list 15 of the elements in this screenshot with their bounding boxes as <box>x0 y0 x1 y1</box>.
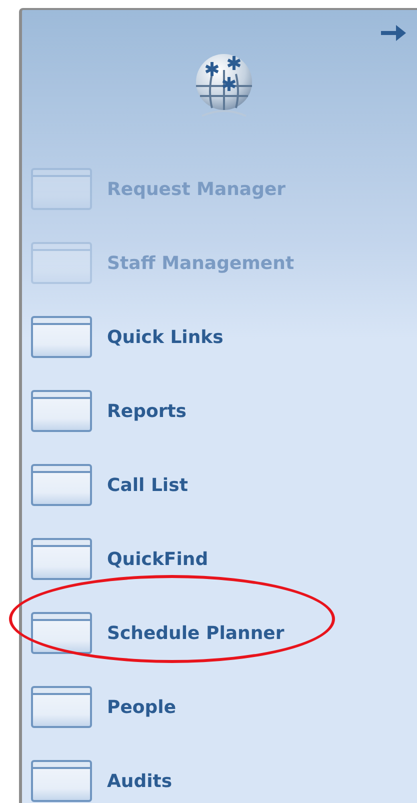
window-icon <box>31 464 92 506</box>
nav-link[interactable]: Quick Links <box>107 324 224 350</box>
window-icon <box>31 612 92 654</box>
nav-link[interactable]: Audits <box>107 768 172 794</box>
window-icon <box>31 538 92 580</box>
arrow-right-icon[interactable] <box>381 24 407 42</box>
nav-link[interactable]: Reports <box>107 398 187 424</box>
nav-link[interactable]: People <box>107 694 176 720</box>
nav-link[interactable]: Call List <box>107 472 188 498</box>
window-icon <box>31 316 92 358</box>
nav-link[interactable]: Schedule Planner <box>107 620 284 646</box>
window-icon <box>31 686 92 728</box>
window-icon <box>31 760 92 802</box>
window-icon <box>31 390 92 432</box>
nav-link[interactable]: QuickFind <box>107 546 208 572</box>
